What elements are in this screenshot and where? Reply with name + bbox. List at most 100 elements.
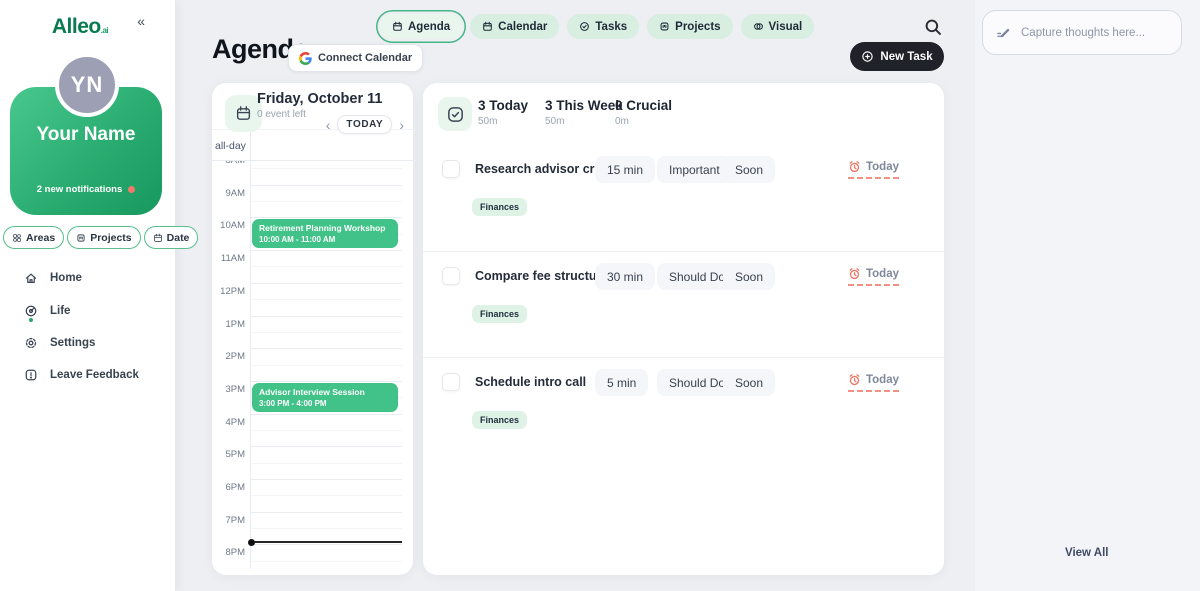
due-label: Today <box>866 268 899 280</box>
half-hour-line <box>250 561 402 562</box>
task-checkbox[interactable] <box>442 267 460 285</box>
plus-circle-icon <box>861 50 874 63</box>
notifications-link[interactable]: 2 new notifications <box>10 184 162 195</box>
event-title: Retirement Planning Workshop <box>259 223 391 233</box>
half-hour-line <box>250 266 402 267</box>
filter-chip-date[interactable]: Date <box>144 226 199 249</box>
visual-icon <box>753 21 764 32</box>
hour-line <box>250 283 402 284</box>
notification-dot <box>128 186 135 193</box>
alarm-icon <box>848 373 861 386</box>
chip-label: Date <box>167 232 190 244</box>
due-label: Today <box>866 161 899 173</box>
new-task-button[interactable]: New Task <box>850 42 944 71</box>
projects-icon <box>659 21 670 32</box>
capture-panel: View All <box>975 0 1200 591</box>
tasks-panel: 3 Today50m3 This Week50m0 Crucial0mResea… <box>423 83 944 575</box>
hour-line <box>250 348 402 349</box>
areas-icon <box>12 233 22 243</box>
hour-line <box>250 544 402 545</box>
calendar-event[interactable]: Retirement Planning Workshop10:00 AM - 1… <box>252 219 398 248</box>
tab-label: Tasks <box>595 21 627 33</box>
task-urgency-pill[interactable]: Soon <box>723 263 775 290</box>
sidebar-item-label: Home <box>50 272 82 284</box>
connect-calendar-label: Connect Calendar <box>318 52 412 64</box>
feedback-icon <box>24 368 38 382</box>
projects-icon <box>76 233 86 243</box>
event-time: 3:00 PM - 4:00 PM <box>259 399 391 408</box>
hour-label: 10AM <box>212 220 245 231</box>
task-priority-pill[interactable]: Important <box>657 156 732 183</box>
task-tag[interactable]: Finances <box>472 198 527 216</box>
notification-text: 2 new notifications <box>37 184 123 195</box>
tab-agenda[interactable]: Agenda <box>380 14 462 39</box>
half-hour-line <box>250 430 402 431</box>
hour-label: 9AM <box>212 188 245 199</box>
date-icon <box>153 233 163 243</box>
task-tag[interactable]: Finances <box>472 305 527 323</box>
task-due-date[interactable]: Today <box>848 267 899 286</box>
avatar[interactable]: YN <box>55 53 119 117</box>
task-urgency-pill[interactable]: Soon <box>723 156 775 183</box>
hour-label: 6PM <box>212 482 245 493</box>
gear-icon <box>24 336 38 350</box>
task-row: Compare fee structures30 minShould DoSoo… <box>423 251 944 358</box>
summary-duration: 50m <box>545 116 623 127</box>
tab-label: Calendar <box>498 21 547 33</box>
task-duration-pill[interactable]: 15 min <box>595 156 655 183</box>
tab-calendar[interactable]: Calendar <box>470 14 559 39</box>
task-due-date[interactable]: Today <box>848 373 899 392</box>
task-duration-pill[interactable]: 5 min <box>595 369 648 396</box>
sidebar-item-label: Life <box>50 305 70 317</box>
sidebar-item-label: Settings <box>50 337 95 349</box>
current-time-dot <box>248 539 255 546</box>
tab-tasks[interactable]: Tasks <box>567 14 639 39</box>
half-hour-line <box>250 168 402 169</box>
calendar-nav: ‹ TODAY › <box>325 115 405 134</box>
sidebar-item-settings[interactable]: Settings <box>24 327 139 359</box>
calendar-grid: all-day 8AM9AM10AM11AM12PM1PM2PM3PM4PM5P… <box>212 83 413 575</box>
today-button[interactable]: TODAY <box>337 115 392 134</box>
task-title[interactable]: Schedule intro call <box>475 375 586 389</box>
all-day-label: all-day <box>215 140 246 152</box>
tab-label: Visual <box>769 21 803 33</box>
nav-tabs: Agenda Calendar Tasks Projects Visual <box>380 14 814 39</box>
filter-chip-areas[interactable]: Areas <box>3 226 64 249</box>
hour-line <box>250 185 402 186</box>
chevron-right-icon[interactable]: › <box>398 118 405 132</box>
tab-projects[interactable]: Projects <box>647 14 732 39</box>
task-tag[interactable]: Finances <box>472 411 527 429</box>
capture-thoughts-field[interactable] <box>982 10 1182 55</box>
home-icon <box>24 271 38 285</box>
check-square-icon <box>438 97 472 131</box>
task-duration-pill[interactable]: 30 min <box>595 263 655 290</box>
user-name: Your Name <box>10 124 162 146</box>
tab-label: Projects <box>675 21 720 33</box>
connect-calendar-button[interactable]: Connect Calendar <box>288 44 423 72</box>
task-checkbox[interactable] <box>442 160 460 178</box>
half-hour-line <box>250 201 402 202</box>
sidebar: Alleo.ai « YN Your Name 2 new notificati… <box>0 0 175 591</box>
task-urgency-pill[interactable]: Soon <box>723 369 775 396</box>
hour-label: 2PM <box>212 351 245 362</box>
half-hour-line <box>250 299 402 300</box>
due-label: Today <box>866 374 899 386</box>
filter-chip-projects[interactable]: Projects <box>67 226 140 249</box>
sidebar-item-home[interactable]: Home <box>24 262 139 294</box>
view-all-link[interactable]: View All <box>1065 547 1108 559</box>
summary-count: 0 Crucial <box>615 98 672 113</box>
summary-count: 3 Today <box>478 98 528 113</box>
sidebar-collapse-icon[interactable]: « <box>137 13 145 29</box>
calendar-event[interactable]: Advisor Interview Session3:00 PM - 4:00 … <box>252 383 398 412</box>
task-checkbox[interactable] <box>442 373 460 391</box>
sidebar-item-leave-feedback[interactable]: Leave Feedback <box>24 359 139 391</box>
task-due-date[interactable]: Today <box>848 160 899 179</box>
capture-thoughts-input[interactable] <box>1019 26 1177 40</box>
search-icon[interactable] <box>924 18 942 36</box>
calendar-icon <box>482 21 493 32</box>
sidebar-item-life[interactable]: Life <box>24 294 139 326</box>
chevron-left-icon[interactable]: ‹ <box>325 118 332 132</box>
tab-visual[interactable]: Visual <box>741 14 815 39</box>
agenda-calendar-panel: all-day 8AM9AM10AM11AM12PM1PM2PM3PM4PM5P… <box>212 83 413 575</box>
task-summary-stat: 0 Crucial0m <box>615 98 672 127</box>
